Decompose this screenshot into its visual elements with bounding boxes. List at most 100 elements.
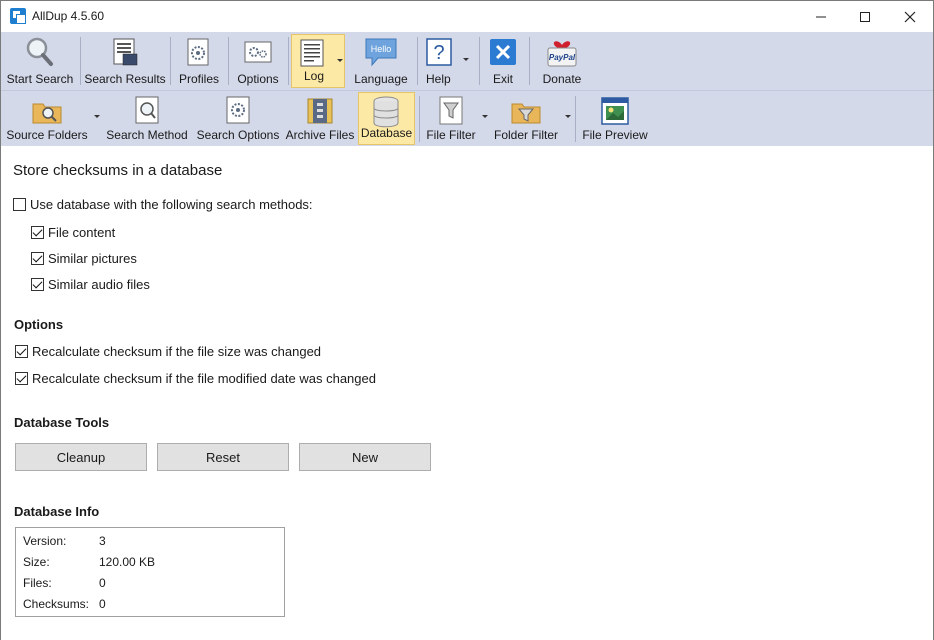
toolbar-separator bbox=[288, 37, 289, 85]
similar-audio-label: Similar audio files bbox=[48, 277, 150, 292]
archive-files-icon bbox=[307, 98, 333, 124]
settings-toolbar: Source Folders Search Method Search Opti… bbox=[1, 90, 933, 146]
log-icon bbox=[300, 39, 324, 67]
info-key: Checksums: bbox=[23, 597, 90, 611]
maximize-button[interactable] bbox=[842, 1, 888, 32]
source-folders-label: Source Folders bbox=[6, 128, 88, 142]
database-label: Database bbox=[360, 126, 413, 140]
paypal-icon: PayPal bbox=[547, 41, 577, 67]
options-icon bbox=[244, 41, 272, 63]
title-bar: AllDup 4.5.60 bbox=[1, 1, 933, 32]
toolbar-separator bbox=[80, 37, 81, 85]
options-button[interactable]: Options bbox=[232, 32, 284, 90]
similar-pictures-checkbox[interactable] bbox=[31, 252, 44, 265]
language-icon: Hello bbox=[365, 38, 397, 67]
page-title: Store checksums in a database bbox=[13, 162, 223, 179]
app-icon bbox=[10, 8, 26, 24]
exit-button[interactable]: Exit bbox=[483, 32, 523, 90]
search-options-label: Search Options bbox=[196, 128, 280, 142]
donate-button[interactable]: PayPal Donate bbox=[535, 32, 589, 90]
language-button[interactable]: Hello Language bbox=[351, 32, 411, 90]
chevron-down-icon[interactable] bbox=[337, 59, 343, 62]
search-results-button[interactable]: Search Results bbox=[84, 32, 166, 90]
minimize-button[interactable] bbox=[798, 1, 844, 32]
options-label: Options bbox=[237, 72, 279, 86]
cleanup-button[interactable]: Cleanup bbox=[15, 443, 147, 471]
info-key: Files: bbox=[23, 576, 52, 590]
file-preview-icon bbox=[601, 97, 629, 125]
minimize-icon bbox=[816, 16, 826, 17]
exit-label: Exit bbox=[492, 72, 513, 86]
search-method-button[interactable]: Search Method bbox=[104, 91, 190, 146]
file-content-checkbox[interactable] bbox=[31, 226, 44, 239]
toolbar-separator bbox=[170, 37, 171, 85]
info-row-checksums: Checksums: 0 bbox=[23, 597, 106, 611]
search-options-button[interactable]: Search Options bbox=[195, 91, 281, 146]
info-row-version: Version: 3 bbox=[23, 534, 106, 548]
folder-filter-label: Folder Filter bbox=[493, 128, 558, 142]
folder-filter-icon bbox=[511, 103, 541, 124]
recalc-size-label: Recalculate checksum if the file size wa… bbox=[32, 344, 322, 359]
use-database-checkbox-row[interactable]: Use database with the following search m… bbox=[13, 197, 313, 212]
donate-label: Donate bbox=[542, 72, 582, 86]
toolbar-separator bbox=[419, 96, 420, 142]
file-filter-label: File Filter bbox=[426, 128, 476, 142]
help-button[interactable]: ? Help bbox=[421, 32, 473, 90]
database-info-box: Version: 3 Size: 120.00 KB Files: 0 Chec… bbox=[15, 527, 285, 617]
info-value: 0 bbox=[99, 597, 106, 611]
maximize-icon bbox=[860, 11, 870, 22]
archive-files-button[interactable]: Archive Files bbox=[285, 91, 355, 146]
window-title: AllDup 4.5.60 bbox=[32, 9, 105, 23]
close-icon bbox=[904, 11, 916, 22]
new-button[interactable]: New bbox=[299, 443, 431, 471]
database-button[interactable]: Database bbox=[358, 92, 415, 145]
magnifier-icon bbox=[26, 37, 53, 66]
folder-filter-button[interactable]: Folder Filter bbox=[492, 91, 560, 146]
info-row-size: Size: 120.00 KB bbox=[23, 555, 155, 569]
main-toolbar: Start Search Search Results Profiles Opt… bbox=[1, 32, 933, 90]
chevron-down-icon[interactable] bbox=[482, 115, 488, 118]
options-section-title: Options bbox=[14, 317, 64, 332]
recalc-size-checkbox[interactable] bbox=[15, 345, 28, 358]
archive-files-label: Archive Files bbox=[285, 128, 355, 142]
recalc-date-label: Recalculate checksum if the file modifie… bbox=[32, 371, 376, 386]
file-filter-button[interactable]: File Filter bbox=[423, 91, 479, 146]
close-button[interactable] bbox=[887, 1, 933, 32]
similar-audio-checkbox-row[interactable]: Similar audio files bbox=[31, 277, 150, 292]
results-icon bbox=[113, 38, 138, 66]
info-value: 3 bbox=[99, 534, 106, 548]
similar-pictures-label: Similar pictures bbox=[48, 251, 137, 266]
info-key: Version: bbox=[23, 534, 67, 548]
toolbar-separator bbox=[417, 37, 418, 85]
start-search-button[interactable]: Start Search bbox=[5, 32, 75, 90]
log-label: Log bbox=[304, 69, 325, 83]
toolbar-separator bbox=[575, 96, 576, 142]
chevron-down-icon[interactable] bbox=[94, 115, 100, 118]
language-label: Language bbox=[354, 72, 408, 86]
svg-text:?: ? bbox=[433, 42, 444, 64]
reset-button[interactable]: Reset bbox=[157, 443, 289, 471]
log-button[interactable]: Log bbox=[291, 34, 345, 88]
similar-pictures-checkbox-row[interactable]: Similar pictures bbox=[31, 251, 137, 266]
paypal-text: PayPal bbox=[549, 53, 576, 62]
profiles-button[interactable]: Profiles bbox=[174, 32, 224, 90]
database-settings-panel: Store checksums in a database Use databa… bbox=[1, 146, 933, 640]
file-content-label: File content bbox=[48, 225, 116, 240]
chevron-down-icon[interactable] bbox=[565, 115, 571, 118]
recalc-date-checkbox-row[interactable]: Recalculate checksum if the file modifie… bbox=[15, 371, 376, 386]
profiles-label: Profiles bbox=[178, 72, 219, 86]
file-content-checkbox-row[interactable]: File content bbox=[31, 225, 115, 240]
file-preview-button[interactable]: File Preview bbox=[580, 91, 650, 146]
info-value: 120.00 KB bbox=[99, 555, 156, 569]
use-database-checkbox[interactable] bbox=[13, 198, 26, 211]
similar-audio-checkbox[interactable] bbox=[31, 278, 44, 291]
recalc-date-checkbox[interactable] bbox=[15, 372, 28, 385]
info-key: Size: bbox=[23, 555, 50, 569]
source-folders-button[interactable]: Source Folders bbox=[5, 91, 89, 146]
exit-icon bbox=[490, 39, 516, 65]
recalc-size-checkbox-row[interactable]: Recalculate checksum if the file size wa… bbox=[15, 344, 321, 359]
toolbar-separator bbox=[228, 37, 229, 85]
database-tools-title: Database Tools bbox=[14, 415, 110, 430]
hello-text: Hello bbox=[371, 44, 392, 54]
chevron-down-icon[interactable] bbox=[463, 58, 469, 61]
